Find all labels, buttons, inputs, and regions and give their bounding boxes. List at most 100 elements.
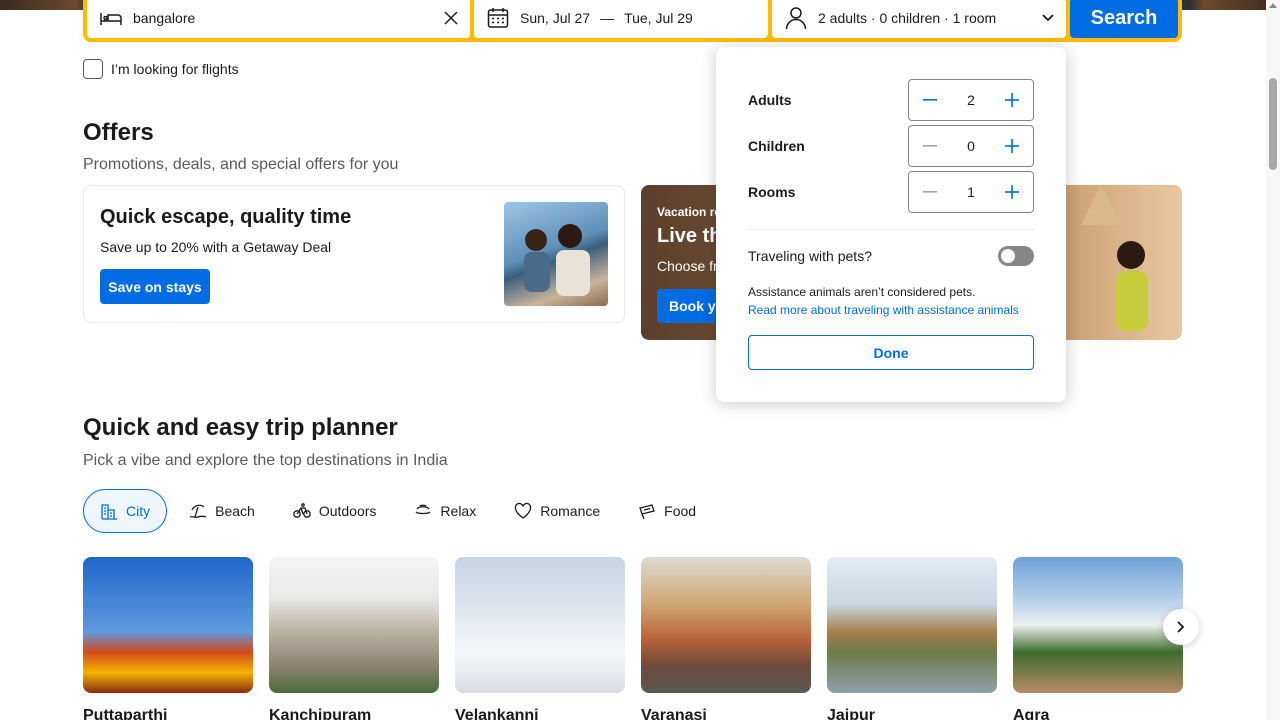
relax-icon xyxy=(414,502,432,520)
destination-name: Velankanni xyxy=(455,707,539,720)
destination-carousel: Puttaparthi Kanchipuram Velankanni Varan… xyxy=(83,557,1183,720)
flights-option[interactable]: I’m looking for flights xyxy=(83,59,239,79)
food-icon xyxy=(638,502,656,520)
search-button[interactable]: Search xyxy=(1070,0,1178,38)
offer-photo xyxy=(1081,185,1148,331)
rooms-row: Rooms 1 xyxy=(748,171,1034,213)
heart-icon xyxy=(514,502,532,520)
checkin-date: Sun, Jul 27 xyxy=(520,10,591,26)
rooms-value: 1 xyxy=(967,184,975,200)
done-button[interactable]: Done xyxy=(748,335,1034,370)
vibe-tab-romance[interactable]: Romance xyxy=(498,489,616,533)
beach-icon xyxy=(189,502,207,520)
date-separator: — xyxy=(600,10,615,26)
vibe-tab-food[interactable]: Food xyxy=(622,489,712,533)
vibe-tabs: City Beach Outdoors Relax Romance Food xyxy=(83,489,712,533)
destination-value: bangalore xyxy=(133,10,196,26)
person-icon xyxy=(784,6,808,30)
destination-name: Puttaparthi xyxy=(83,707,168,720)
trip-planner-subtitle: Pick a vibe and explore the top destinat… xyxy=(83,452,448,469)
destination-card[interactable]: Puttaparthi xyxy=(83,557,253,720)
destination-photo xyxy=(641,557,811,693)
vibe-tab-beach[interactable]: Beach xyxy=(173,489,271,533)
pets-toggle[interactable] xyxy=(998,246,1034,266)
offer-photo xyxy=(504,202,608,306)
bike-icon xyxy=(292,502,311,520)
calendar-icon xyxy=(486,6,510,30)
pets-label: Traveling with pets? xyxy=(748,248,872,264)
rooms-decrement-button[interactable] xyxy=(921,183,939,201)
destination-photo xyxy=(83,557,253,693)
destination-name: Agra xyxy=(1013,707,1050,720)
children-decrement-button[interactable] xyxy=(921,137,939,155)
destination-photo xyxy=(455,557,625,693)
rooms-increment-button[interactable] xyxy=(1003,183,1021,201)
children-stepper: 0 xyxy=(908,125,1034,167)
popover-divider xyxy=(748,229,1034,230)
vibe-label: Beach xyxy=(215,503,255,519)
flights-label: I’m looking for flights xyxy=(111,61,239,77)
destination-card[interactable]: Agra xyxy=(1013,557,1183,720)
adults-stepper: 2 xyxy=(908,79,1034,121)
adults-value: 2 xyxy=(967,92,975,108)
vibe-label: Romance xyxy=(540,503,601,519)
checkout-date: Tue, Jul 29 xyxy=(624,10,693,26)
destination-card[interactable]: Kanchipuram xyxy=(269,557,439,720)
adults-row: Adults 2 xyxy=(748,79,1034,121)
vibe-label: Food xyxy=(664,503,697,519)
chevron-right-icon xyxy=(1177,621,1185,633)
save-on-stays-button[interactable]: Save on stays xyxy=(100,269,210,304)
vibe-tab-city[interactable]: City xyxy=(83,489,168,533)
flights-checkbox[interactable] xyxy=(83,59,103,79)
offer-eyebrow: Vacation re xyxy=(657,205,722,219)
adults-increment-button[interactable] xyxy=(1003,91,1021,109)
city-icon xyxy=(100,502,118,520)
destination-name: Kanchipuram xyxy=(269,707,372,720)
offers-subtitle: Promotions, deals, and special offers fo… xyxy=(83,156,399,173)
scrollbar-thumb[interactable] xyxy=(1269,78,1277,170)
clear-icon[interactable] xyxy=(444,11,458,25)
carousel-next-button[interactable] xyxy=(1163,609,1199,645)
rooms-label: Rooms xyxy=(748,184,796,200)
children-row: Children 0 xyxy=(748,125,1034,167)
destination-name: Varanasi xyxy=(641,707,707,720)
destination-photo xyxy=(827,557,997,693)
chevron-down-icon xyxy=(1042,14,1054,22)
destination-name: Jaipur xyxy=(827,707,876,720)
destination-photo xyxy=(1013,557,1183,693)
destination-card[interactable]: Jaipur xyxy=(827,557,997,720)
offer-card-getaway: Quick escape, quality time Save up to 20… xyxy=(83,185,625,323)
vibe-tab-relax[interactable]: Relax xyxy=(398,489,492,533)
assistance-animals-link[interactable]: Read more about traveling with assistanc… xyxy=(748,303,1019,317)
trip-planner-title: Quick and easy trip planner xyxy=(83,414,398,441)
dates-field[interactable]: Sun, Jul 27 — Tue, Jul 29 xyxy=(474,0,768,38)
offer-heading: Quick escape, quality time xyxy=(100,206,352,228)
children-label: Children xyxy=(748,138,805,154)
offer-text: Choose fr xyxy=(657,258,718,274)
destination-card[interactable]: Varanasi xyxy=(641,557,811,720)
children-increment-button[interactable] xyxy=(1003,137,1021,155)
bed-icon xyxy=(99,6,123,30)
vibe-label: City xyxy=(126,503,151,519)
vibe-tab-outdoors[interactable]: Outdoors xyxy=(277,489,393,533)
destination-field[interactable]: bangalore xyxy=(87,0,470,38)
guests-field[interactable]: 2 adults · 0 children · 1 room xyxy=(772,0,1066,38)
destination-photo xyxy=(269,557,439,693)
scroll-up-icon[interactable] xyxy=(1269,3,1277,8)
rooms-stepper: 1 xyxy=(908,171,1034,213)
adults-decrement-button[interactable] xyxy=(921,91,939,109)
search-bar: bangalore Sun, Jul 27 — Tue, Jul 29 2 ad… xyxy=(83,0,1182,42)
guests-popover: Adults 2 Children 0 Rooms 1 Traveling wi… xyxy=(716,47,1066,402)
children-value: 0 xyxy=(967,138,975,154)
toggle-knob xyxy=(1001,249,1015,263)
pets-row: Traveling with pets? xyxy=(748,246,1034,266)
vibe-label: Relax xyxy=(440,503,477,519)
assistance-note: Assistance animals aren’t considered pet… xyxy=(748,285,976,299)
offer-text: Save up to 20% with a Getaway Deal xyxy=(100,239,332,255)
offers-title: Offers xyxy=(83,119,154,146)
destination-card[interactable]: Velankanni xyxy=(455,557,625,720)
guests-summary: 2 adults · 0 children · 1 room xyxy=(818,10,997,26)
page-scrollbar[interactable] xyxy=(1266,0,1280,720)
offer-heading: Live th xyxy=(657,225,722,247)
adults-label: Adults xyxy=(748,92,792,108)
